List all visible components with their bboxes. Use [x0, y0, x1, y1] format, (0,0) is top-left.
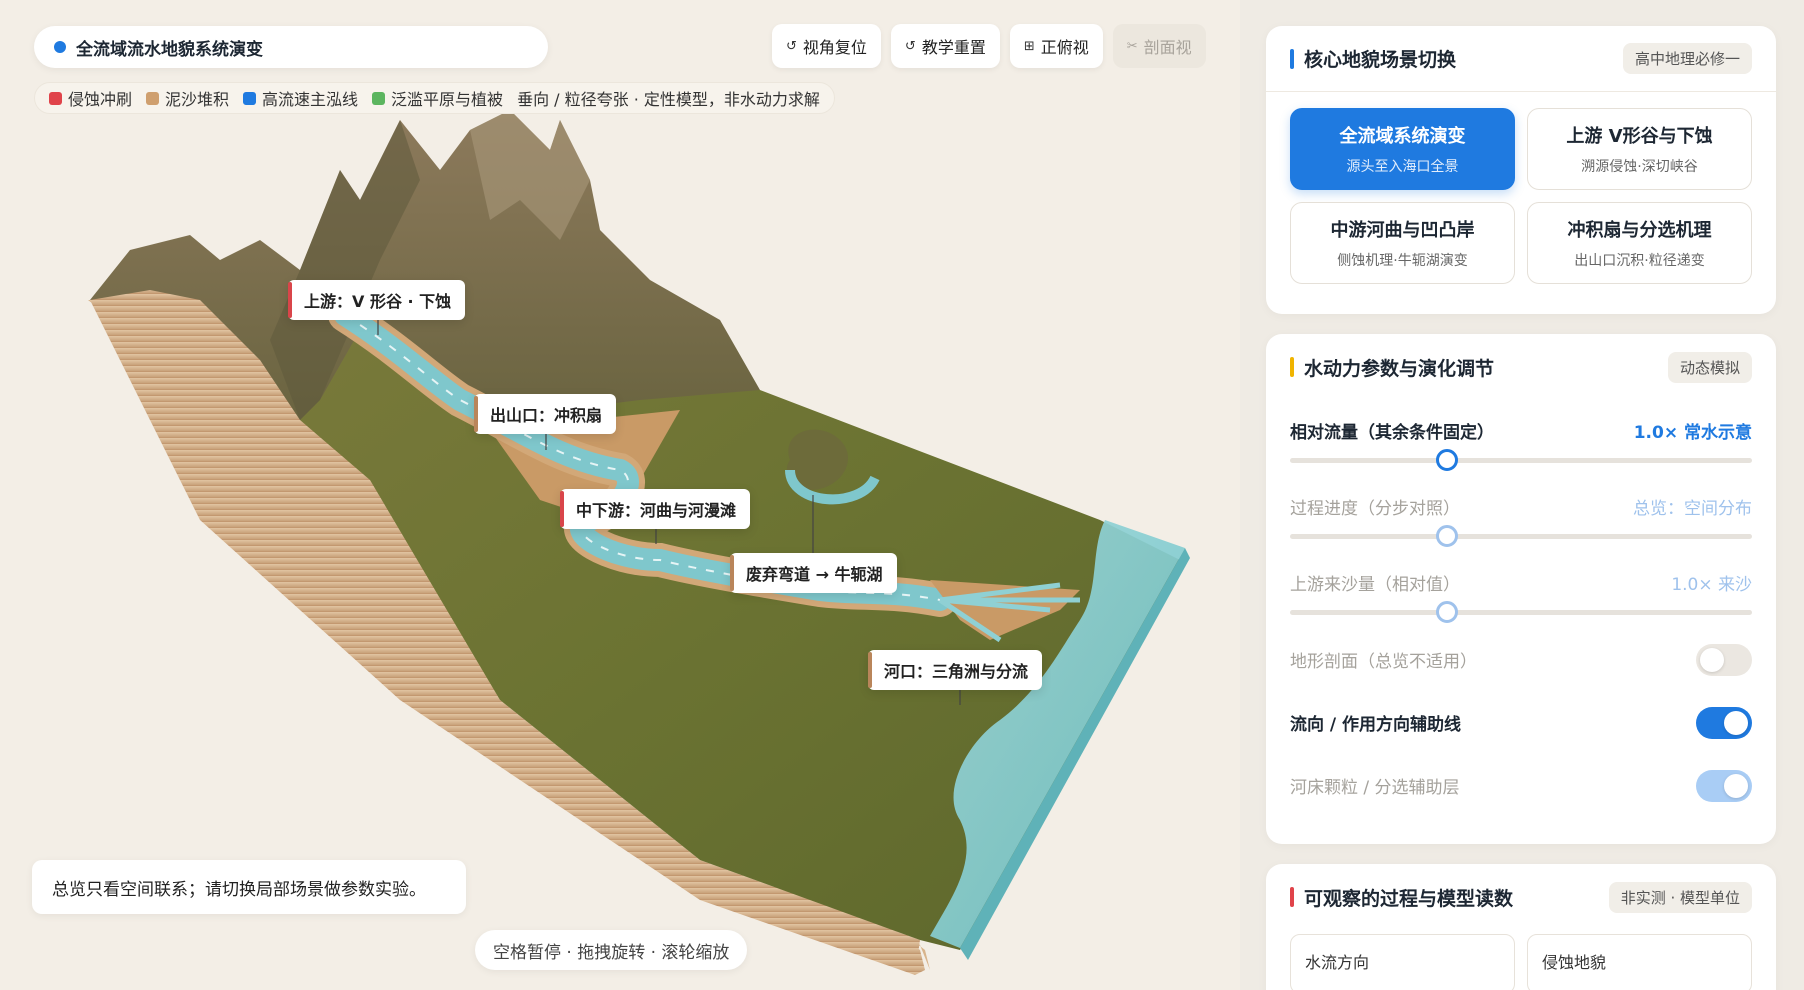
- legend-item: 泛滥平原与植被: [372, 86, 503, 110]
- toggle-knob: [1724, 710, 1748, 735]
- card-badge: 非实测 · 模型单位: [1608, 881, 1752, 913]
- view-toolbar: ↺ 视角复位 ↺ 教学重置 ⊞ 正俯视 ✂ 剖面视: [772, 24, 1206, 68]
- grid-icon: ⊞: [1023, 38, 1035, 54]
- slider-thumb[interactable]: [1436, 525, 1459, 547]
- legend-swatch: [146, 91, 160, 105]
- card-title: 核心地貌场景切换: [1304, 49, 1457, 71]
- callout-outlet[interactable]: 出山口：冲积扇: [474, 394, 617, 434]
- reset-view-label: 视角复位: [802, 38, 867, 57]
- legend-label: 泥沙堆积: [165, 90, 230, 109]
- legend-swatch: [49, 91, 62, 105]
- section-view-button[interactable]: ✂ 剖面视: [1112, 24, 1206, 68]
- control-panel: 核心地貌场景切换 高中地理必修一 全流域系统演变 源头至入海口全景 上游 V形谷…: [1240, 0, 1804, 990]
- scene-subtitle: 源头至入海口全景: [1346, 159, 1459, 175]
- callout-delta[interactable]: 河口：三角洲与分流: [868, 650, 1043, 690]
- scene-button-meander[interactable]: 中游河曲与凹凸岸 侧蚀机理·牛轭湖演变: [1290, 202, 1515, 284]
- terrain-viewport[interactable]: 全流域流水地貌系统演变 ↺ 视角复位 ↺ 教学重置 ⊞ 正俯视 ✂ 剖面视 侵蚀…: [0, 0, 1240, 990]
- top-view-label: 正俯视: [1040, 38, 1089, 57]
- slider-thumb[interactable]: [1436, 449, 1459, 471]
- status-dot-icon: [54, 41, 66, 53]
- toggle-grain-layer: 河床颗粒 / 分选辅助层: [1266, 754, 1776, 817]
- slider-label: 过程进度（分步对照）: [1290, 499, 1460, 519]
- slider-value: 总览：空间分布: [1633, 499, 1752, 519]
- callout-oxbow[interactable]: 废弃弯道 → 牛轭湖: [730, 553, 897, 593]
- observe-grid: 水流方向 侵蚀地貌: [1266, 930, 1776, 990]
- slider-thumb[interactable]: [1436, 601, 1459, 623]
- overview-hint: 总览只看空间联系；请切换局部场景做参数实验。: [32, 860, 466, 914]
- slider-value: 1.0× 常水示意: [1633, 423, 1752, 443]
- slider-flow: 相对流量（其余条件固定） 1.0× 常水示意: [1266, 400, 1776, 476]
- section-view-label: 剖面视: [1143, 38, 1192, 57]
- card-title: 可观察的过程与模型读数: [1304, 887, 1514, 910]
- scene-title: 上游 V形谷与下蚀: [1566, 126, 1713, 147]
- callout-middle[interactable]: 中下游：河曲与河漫滩: [560, 489, 751, 529]
- accent-bar: [1290, 48, 1294, 69]
- legend-item: 泥沙堆积: [146, 86, 229, 110]
- card-title: 水动力参数与演化调节: [1304, 357, 1495, 380]
- keyboard-hint: 空格暂停 · 拖拽旋转 · 滚轮缩放: [475, 930, 748, 970]
- reset-icon: ↺: [904, 38, 916, 54]
- scene-switch-card: 核心地貌场景切换 高中地理必修一 全流域系统演变 源头至入海口全景 上游 V形谷…: [1266, 26, 1776, 314]
- scene-button-overview[interactable]: 全流域系统演变 源头至入海口全景: [1290, 108, 1515, 190]
- reset-teaching-button[interactable]: ↺ 教学重置: [890, 24, 1000, 68]
- scene-subtitle: 侧蚀机理·牛轭湖演变: [1337, 253, 1468, 269]
- slider-track[interactable]: [1290, 525, 1752, 547]
- reset-view-button[interactable]: ↺ 视角复位: [772, 24, 881, 68]
- scene-title: 冲积扇与分选机理: [1567, 220, 1712, 241]
- top-view-button[interactable]: ⊞ 正俯视: [1009, 24, 1103, 68]
- slider-label: 上游来沙量（相对值）: [1290, 575, 1460, 595]
- profile-toggle[interactable]: [1696, 643, 1752, 676]
- scissors-icon: ✂: [1126, 38, 1138, 54]
- flow-lines-toggle[interactable]: [1696, 706, 1752, 739]
- params-card: 水动力参数与演化调节 动态模拟 相对流量（其余条件固定） 1.0× 常水示意 过程…: [1266, 334, 1776, 844]
- slider-track[interactable]: [1290, 449, 1752, 471]
- toggle-flow-lines: 流向 / 作用方向辅助线: [1266, 691, 1776, 754]
- map-legend: 侵蚀冲刷 泥沙堆积 高流速主泓线 泛滥平原与植被 垂向 / 粒径夸张 · 定性模…: [34, 82, 835, 114]
- legend-swatch: [243, 91, 257, 105]
- scene-title: 中游河曲与凹凸岸: [1330, 220, 1475, 241]
- scene-subtitle: 溯源侵蚀·深切峡谷: [1581, 159, 1698, 175]
- reset-view-icon: ↺: [786, 38, 797, 54]
- toggle-label: 河床颗粒 / 分选辅助层: [1290, 778, 1460, 798]
- card-badge: 高中地理必修一: [1622, 43, 1752, 74]
- card-badge: 动态模拟: [1667, 351, 1752, 383]
- scene-subtitle: 出山口沉积·粒径递变: [1574, 253, 1705, 269]
- scene-title: 全流域系统演变: [1339, 126, 1466, 147]
- toggle-knob: [1700, 647, 1724, 672]
- observe-item[interactable]: 侵蚀地貌: [1527, 934, 1752, 990]
- slider-track[interactable]: [1290, 601, 1752, 623]
- legend-label: 高流速主泓线: [262, 90, 359, 109]
- toggle-label: 流向 / 作用方向辅助线: [1290, 715, 1462, 735]
- scene-title-pill: 全流域流水地貌系统演变: [34, 26, 548, 68]
- slider-progress: 过程进度（分步对照） 总览：空间分布: [1266, 476, 1776, 552]
- card-header: 核心地貌场景切换 高中地理必修一: [1266, 26, 1776, 92]
- observe-item[interactable]: 水流方向: [1290, 934, 1515, 990]
- card-header: 可观察的过程与模型读数 非实测 · 模型单位: [1266, 864, 1776, 930]
- toggle-profile: 地形剖面（总览不适用）: [1266, 628, 1776, 691]
- legend-swatch: [372, 91, 386, 105]
- accent-bar: [1290, 887, 1294, 907]
- observe-card: 可观察的过程与模型读数 非实测 · 模型单位 水流方向 侵蚀地貌: [1266, 864, 1776, 990]
- toggle-knob: [1724, 773, 1748, 798]
- reset-teaching-label: 教学重置: [921, 38, 986, 57]
- scene-button-upstream[interactable]: 上游 V形谷与下蚀 溯源侵蚀·深切峡谷: [1527, 108, 1752, 190]
- grain-layer-toggle[interactable]: [1696, 769, 1752, 802]
- scene-title: 全流域流水地貌系统演变: [76, 39, 263, 60]
- legend-label: 泛滥平原与植被: [391, 90, 504, 109]
- card-header: 水动力参数与演化调节 动态模拟: [1266, 334, 1776, 400]
- legend-item: 侵蚀冲刷: [49, 86, 132, 110]
- legend-note: 垂向 / 粒径夸张 · 定性模型，非水动力求解: [517, 90, 820, 109]
- slider-value: 1.0× 来沙: [1671, 575, 1752, 595]
- slider-label: 相对流量（其余条件固定）: [1290, 423, 1494, 443]
- accent-bar: [1290, 357, 1294, 377]
- scene-grid: 全流域系统演变 源头至入海口全景 上游 V形谷与下蚀 溯源侵蚀·深切峡谷 中游河…: [1266, 92, 1776, 284]
- legend-item: 高流速主泓线: [243, 86, 358, 110]
- legend-label: 侵蚀冲刷: [68, 90, 133, 109]
- scene-button-fan[interactable]: 冲积扇与分选机理 出山口沉积·粒径递变: [1527, 202, 1752, 284]
- slider-sediment: 上游来沙量（相对值） 1.0× 来沙: [1266, 552, 1776, 628]
- toggle-label: 地形剖面（总览不适用）: [1290, 652, 1477, 672]
- callout-upstream[interactable]: 上游：V 形谷 · 下蚀: [288, 280, 466, 320]
